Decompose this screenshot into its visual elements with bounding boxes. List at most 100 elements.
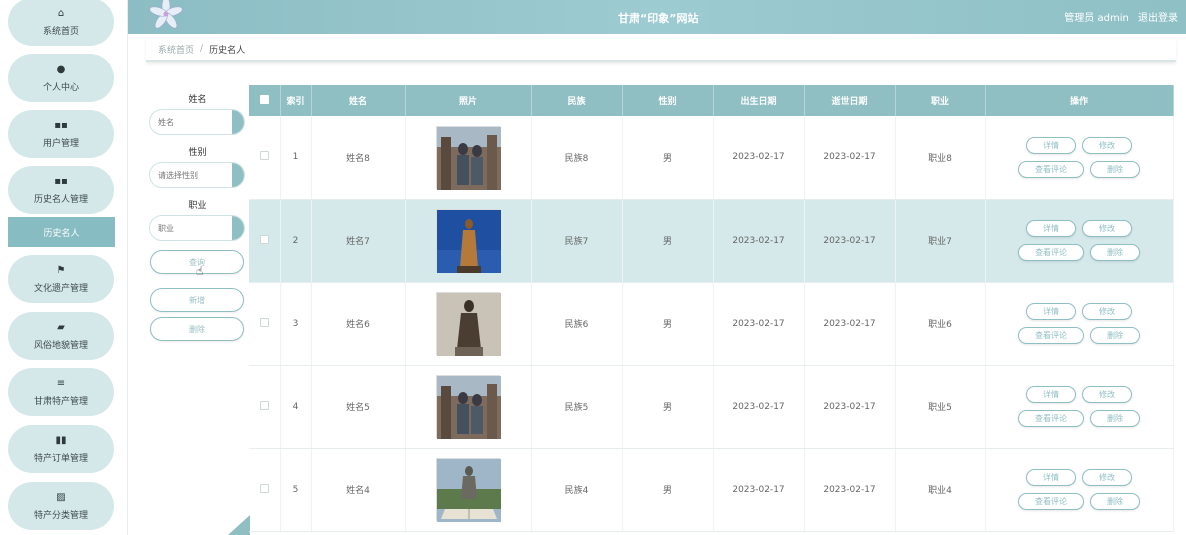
index-cell: 5 [280, 448, 312, 532]
table-row: 3 姓名6 民族6 男 2023-02-17 2023-02-17 职业6 详情 修改 查看评论删… [249, 282, 1174, 366]
row-select-cell[interactable] [249, 365, 281, 449]
column-header: 索引 [280, 85, 312, 116]
nation-cell: 民族6 [531, 282, 623, 366]
sidebar-item-home[interactable]: ⌂ 系统首页 [8, 0, 114, 46]
breadcrumb-home-link[interactable]: 系统首页 [158, 43, 194, 56]
name-cell: 姓名6 [311, 282, 406, 366]
sidebar-item-customs[interactable]: ▰ 风俗地貌管理 [8, 312, 114, 360]
column-header: 照片 [405, 85, 532, 116]
sidebar-item-label: 甘肃特产管理 [33, 396, 88, 407]
sidebar-item-celebrities[interactable]: ▪▪ 历史名人管理 [8, 166, 114, 214]
job-cell: 职业4 [895, 448, 986, 532]
job-filter-field[interactable] [149, 215, 245, 241]
index-cell: 4 [280, 365, 312, 449]
grid-icon: ▪▪ [54, 175, 68, 187]
column-header: 民族 [531, 85, 623, 116]
detail-button[interactable]: 详情 [1026, 303, 1076, 320]
photo-cell [405, 116, 532, 200]
nation-cell: 民族5 [531, 365, 623, 449]
edit-button[interactable]: 修改 [1082, 469, 1132, 486]
job-cell: 职业8 [895, 116, 986, 200]
edit-button[interactable]: 修改 [1082, 220, 1132, 237]
row-checkbox[interactable] [259, 151, 269, 161]
view-comments-button[interactable]: 查看评论 [1018, 410, 1084, 427]
celebrity-table: 索引 姓名 照片 民族 性别 出生日期 逝世日期 职业 操作 1 姓名8 民族8 男 2… [249, 85, 1174, 532]
flower-logo-icon [149, 0, 183, 29]
gender-cell: 男 [622, 365, 714, 449]
list-icon: ≡ [56, 377, 66, 389]
gender-cell: 男 [622, 199, 714, 283]
sidebar-item-orders[interactable]: ▮▮ 特产订单管理 [8, 425, 114, 473]
detail-button[interactable]: 详情 [1026, 469, 1076, 486]
sidebar-item-heritage[interactable]: ⚑ 文化遗产管理 [8, 255, 114, 303]
actions-cell: 详情 修改查看评论 删除 [985, 448, 1174, 532]
field-accent-tab [232, 216, 244, 240]
delete-button[interactable]: 删除 [150, 317, 244, 341]
edit-button[interactable]: 修改 [1082, 386, 1132, 403]
photo-dark-statue [436, 292, 501, 356]
sidebar-item-specialties[interactable]: ≡ 甘肃特产管理 [8, 368, 114, 416]
sidebar: ⌂ 系统首页 ● 个人中心 ▪▪ 用户管理 ▪▪ 历史名人管理 历史名人 ⚑ 文… [0, 0, 128, 535]
view-comments-button[interactable]: 查看评论 [1018, 160, 1084, 178]
birth-date-cell: 2023-02-17 [713, 448, 805, 532]
gender-filter-label: 性别 [188, 148, 207, 158]
add-button[interactable]: 新增 [150, 288, 244, 312]
job-cell: 职业5 [895, 365, 986, 449]
photo-statues-pair [436, 125, 501, 190]
field-accent-tab [232, 163, 244, 187]
name-input[interactable] [150, 110, 230, 134]
view-comments-button[interactable]: 查看评论 [1018, 493, 1084, 510]
row-checkbox[interactable] [259, 234, 269, 244]
table-row: 1 姓名8 民族8 男 2023-02-17 2023-02-17 职业8 详情 修改 查看评论删… [249, 116, 1174, 200]
column-header: 职业 [895, 85, 986, 116]
row-delete-button[interactable]: 删除 [1090, 327, 1140, 344]
top-header: 甘肃“印象”网站 管理员 admin 退出登录 [128, 0, 1186, 34]
flag-icon: ⚑ [56, 264, 66, 276]
order-icon: ▮▮ [55, 434, 67, 446]
sidebar-item-categories[interactable]: ▨ 特产分类管理 [8, 482, 114, 530]
gender-input[interactable] [150, 163, 230, 187]
user-area: 管理员 admin 退出登录 [1058, 9, 1178, 24]
row-delete-button[interactable]: 删除 [1090, 493, 1140, 510]
row-checkbox[interactable] [259, 483, 269, 493]
select-all-checkbox[interactable] [259, 94, 269, 104]
column-header: 姓名 [311, 85, 406, 116]
sidebar-subitem-celebrities[interactable]: 历史名人 [8, 217, 115, 247]
view-comments-button[interactable]: 查看评论 [1018, 244, 1084, 261]
row-select-cell[interactable] [249, 116, 281, 200]
row-delete-button[interactable]: 删除 [1090, 160, 1140, 178]
detail-button[interactable]: 详情 [1026, 136, 1076, 154]
sidebar-item-label: 特产订单管理 [33, 453, 88, 464]
camera-icon: ▰ [57, 321, 65, 333]
job-input[interactable] [150, 216, 230, 240]
detail-button[interactable]: 详情 [1026, 386, 1076, 403]
row-checkbox[interactable] [259, 400, 269, 410]
row-delete-button[interactable]: 删除 [1090, 410, 1140, 427]
user-icon: ● [56, 63, 66, 75]
select-all-header[interactable] [249, 85, 281, 116]
sidebar-item-profile[interactable]: ● 个人中心 [8, 54, 114, 102]
logout-link[interactable]: 退出登录 [1138, 13, 1178, 24]
index-cell: 2 [280, 199, 312, 283]
index-cell: 3 [280, 282, 312, 366]
edit-button[interactable]: 修改 [1082, 303, 1132, 320]
decorative-corner [228, 515, 250, 535]
sidebar-item-label: 系统首页 [42, 26, 79, 37]
row-select-cell[interactable] [249, 199, 281, 283]
sidebar-item-users[interactable]: ▪▪ 用户管理 [8, 110, 114, 158]
name-filter-field[interactable] [149, 109, 245, 135]
edit-button[interactable]: 修改 [1082, 136, 1132, 154]
view-comments-button[interactable]: 查看评论 [1018, 327, 1084, 344]
breadcrumb-current: 历史名人 [209, 45, 246, 56]
birth-date-cell: 2023-02-17 [713, 116, 805, 200]
row-select-cell[interactable] [249, 282, 281, 366]
row-select-cell[interactable] [249, 448, 281, 532]
gender-select[interactable] [149, 162, 245, 188]
row-delete-button[interactable]: 删除 [1090, 244, 1140, 261]
row-checkbox[interactable] [259, 317, 269, 327]
photo-cell [405, 448, 532, 532]
sidebar-item-label: 个人中心 [42, 82, 79, 93]
breadcrumb-separator: / [200, 44, 204, 54]
sidebar-item-label: 特产分类管理 [33, 510, 88, 521]
detail-button[interactable]: 详情 [1026, 220, 1076, 237]
